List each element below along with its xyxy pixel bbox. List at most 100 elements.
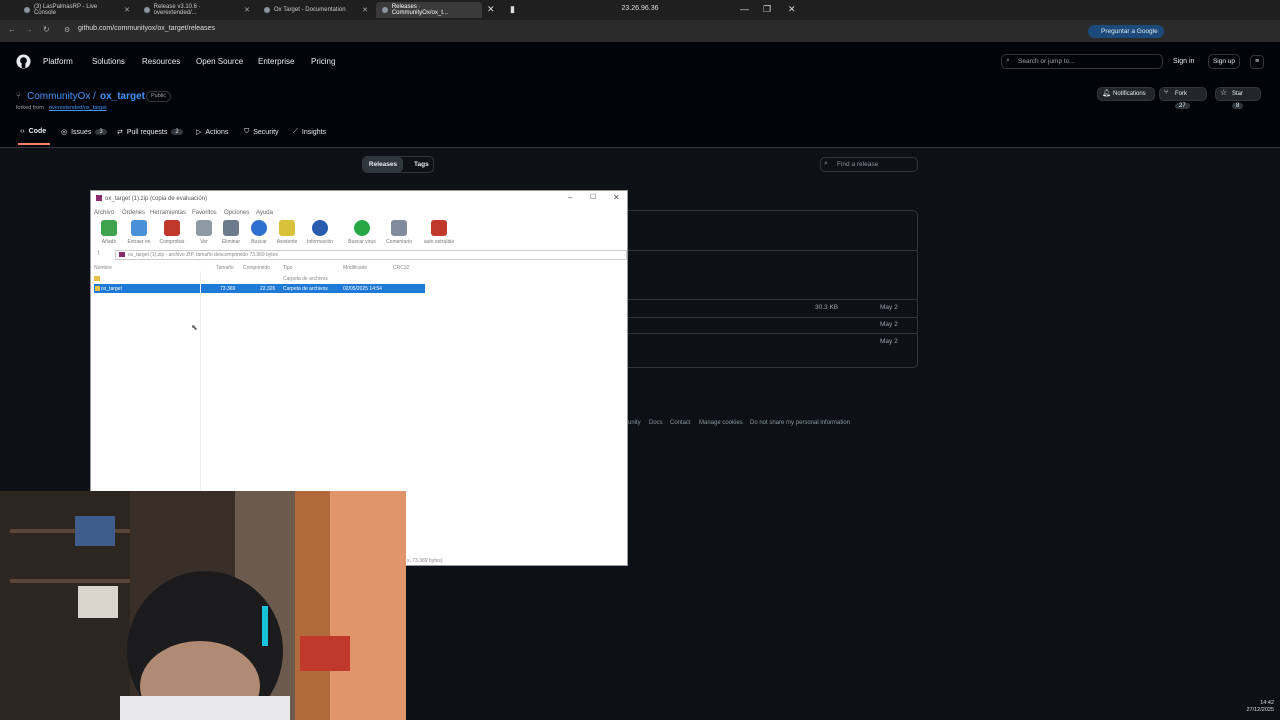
menu-ayuda[interactable]: Ayuda	[256, 210, 273, 216]
close-tab-icon[interactable]: ✕	[124, 6, 130, 14]
tool-info-button[interactable]: Información	[305, 220, 335, 245]
asset-date: May 2	[880, 321, 898, 328]
star-icon: ☆	[1220, 88, 1228, 97]
tool-view-button[interactable]: Ver	[189, 220, 219, 245]
magnifier-icon	[251, 220, 267, 236]
bell-icon: 🔔︎	[1102, 90, 1111, 97]
browser-tab-3[interactable]: Ox Target - Documentation ✕	[258, 2, 374, 18]
site-info-icon[interactable]: ⚙	[64, 26, 70, 34]
tool-extract-button[interactable]: Extraer en	[124, 220, 154, 245]
nav-enterprise[interactable]: Enterprise	[258, 57, 294, 66]
fork-repo-icon: ⑂	[16, 91, 21, 100]
menu-opciones[interactable]: Opciones	[224, 210, 249, 216]
sign-in-link[interactable]: Sign in	[1173, 58, 1194, 65]
column-modified[interactable]: Modificado	[343, 265, 367, 271]
pull-request-icon: ⇄	[117, 129, 123, 136]
tab-issues[interactable]: ◎ Issues 3	[61, 128, 107, 136]
tab-code[interactable]: ‹› Code	[20, 128, 46, 135]
sign-up-button[interactable]: Sign up	[1208, 54, 1240, 69]
back-icon[interactable]: ←	[8, 25, 16, 34]
tab-pull-requests[interactable]: ⇄ Pull requests 2	[117, 128, 183, 136]
releases-tab[interactable]: Releases	[363, 157, 403, 172]
footer-link-do-not-share[interactable]: Do not share my personal information	[750, 420, 850, 426]
remote-ip-label: 23.26.96.36	[621, 5, 659, 12]
issues-icon: ◎	[61, 129, 68, 136]
minimize-icon[interactable]: –	[568, 193, 572, 202]
reload-icon[interactable]: ↻	[43, 25, 50, 34]
up-folder-icon[interactable]: ↑	[97, 250, 101, 257]
fork-icon: ⑂	[1164, 89, 1169, 96]
browser-tab-2[interactable]: Release v3.10.6 · overextended/... ✕	[138, 2, 256, 18]
winrar-logo-icon	[96, 195, 102, 201]
virus-scan-icon	[354, 220, 370, 236]
tab-actions[interactable]: ▷ Actions	[196, 128, 228, 137]
folder-icon	[95, 286, 100, 291]
tags-tab[interactable]: Tags	[414, 161, 429, 168]
menu-icon[interactable]: ≡	[1250, 55, 1264, 69]
footer-link-manage-cookies[interactable]: Manage cookies	[699, 420, 743, 426]
tool-wizard-button[interactable]: Asistente	[272, 220, 302, 245]
info-icon	[312, 220, 328, 236]
repo-name-link[interactable]: ox_target	[100, 91, 145, 102]
github-logo-icon[interactable]	[16, 54, 31, 69]
tool-comment-button[interactable]: Comentario	[384, 220, 414, 245]
find-release-input[interactable]: Find a release	[820, 157, 918, 172]
parent-row-type[interactable]: Carpeta de archivos	[283, 276, 328, 282]
code-icon: ‹›	[20, 128, 25, 135]
system-tray[interactable]: 14:42 27/12/2025	[1205, 700, 1280, 720]
nav-resources[interactable]: Resources	[142, 57, 180, 66]
github-favicon-icon	[144, 7, 150, 13]
column-type[interactable]: Tipo	[283, 265, 293, 271]
url-field[interactable]: github.com/communityox/ox_target/release…	[78, 25, 215, 32]
maximize-icon[interactable]: ☐	[590, 193, 596, 201]
tool-test-button[interactable]: Comprobar	[157, 220, 187, 245]
footer-link-docs[interactable]: Docs	[649, 420, 663, 426]
close-tab-icon[interactable]: ✕	[362, 6, 368, 14]
search-input[interactable]: Search or jump to...	[1001, 54, 1163, 69]
menu-ordenes[interactable]: Órdenes	[122, 210, 145, 216]
graph-icon: ⟋	[293, 128, 298, 135]
nav-solutions[interactable]: Solutions	[92, 57, 125, 66]
view-icon	[196, 220, 212, 236]
forked-from-label: forked from	[16, 105, 44, 111]
tool-delete-button[interactable]: Eliminar	[216, 220, 246, 245]
disconnect-icon[interactable]: ✕	[487, 4, 495, 15]
minimize-icon[interactable]: —	[740, 4, 749, 14]
forked-from-link[interactable]: overextended/ox_target	[49, 105, 107, 111]
tool-find-button[interactable]: Buscar	[244, 220, 274, 245]
menu-herramientas[interactable]: Herramientas	[150, 210, 186, 216]
shield-icon: ⛉	[244, 128, 250, 135]
browser-tab-4[interactable]: Releases · CommunityOx/ox_t...	[376, 2, 482, 18]
close-icon[interactable]: ✕	[613, 193, 620, 202]
menu-archivo[interactable]: Archivo	[94, 210, 114, 216]
asset-date: May 2	[880, 304, 898, 311]
column-crc32[interactable]: CRC32	[393, 265, 409, 271]
nav-pricing[interactable]: Pricing	[311, 57, 335, 66]
file-size: 73.369	[220, 286, 236, 292]
column-packed[interactable]: Comprimido	[243, 265, 270, 271]
tool-virus-scan-button[interactable]: Buscar virus	[347, 220, 377, 245]
tool-sfx-button[interactable]: auto extraíble	[422, 220, 456, 245]
column-size[interactable]: Tamaño	[216, 265, 234, 271]
tab-security[interactable]: ⛉ Security	[244, 128, 279, 136]
ask-google-button[interactable]: Preguntar a Google	[1088, 25, 1164, 38]
forward-icon[interactable]: →	[25, 25, 33, 34]
column-name[interactable]: Nombre	[94, 265, 112, 271]
browser-tab-1[interactable]: (3) LasPalmasRP - Live Console ✕	[18, 2, 136, 18]
nav-platform[interactable]: Platform	[43, 57, 73, 66]
active-tab-underline	[18, 143, 50, 145]
archive-path-field[interactable]: ox_target (1).zip - archivo ZIP, tamaño …	[115, 250, 627, 260]
tool-add-button[interactable]: Añadir	[94, 220, 124, 245]
repo-owner-link[interactable]: CommunityOx	[27, 91, 90, 102]
nav-open-source[interactable]: Open Source	[196, 57, 243, 66]
close-tab-icon[interactable]: ✕	[244, 6, 250, 14]
footer-link-contact[interactable]: Contact	[670, 420, 691, 426]
parent-folder-icon	[94, 276, 100, 281]
close-icon[interactable]: ✕	[788, 4, 796, 15]
menu-favoritos[interactable]: Favoritos	[192, 210, 217, 216]
selected-file-row[interactable]: ox_target 73.369 22.326 Carpeta de archi…	[94, 284, 425, 293]
restore-icon[interactable]: ❐	[763, 4, 771, 15]
footer-link-community[interactable]: unity	[628, 420, 641, 426]
search-icon: ⌕	[1006, 57, 1010, 64]
tab-insights[interactable]: ⟋ Insights	[293, 128, 326, 136]
